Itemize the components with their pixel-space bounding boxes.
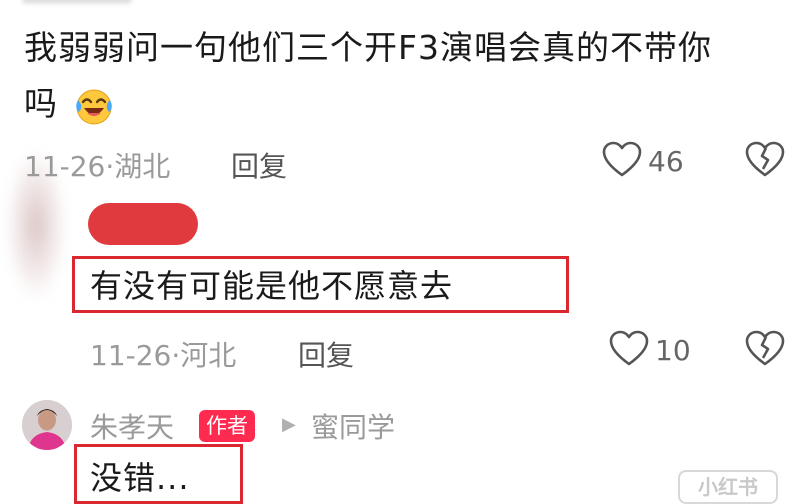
reply-comment-text: 有没有可能是他不愿意去 xyxy=(90,267,454,305)
laughing-crying-emoji-icon xyxy=(74,86,114,126)
dislike-broken-heart-icon[interactable] xyxy=(745,141,785,179)
like-count: 46 xyxy=(648,145,684,178)
reply-to-username[interactable]: 蜜同学 xyxy=(311,406,395,446)
reply-button[interactable]: 回复 xyxy=(298,334,354,374)
author-username[interactable]: 朱孝天 xyxy=(90,406,174,446)
cropped-text-remnant xyxy=(22,0,132,4)
dislike-broken-heart-icon[interactable] xyxy=(745,330,785,368)
author-reply-text: 没错... xyxy=(90,459,190,497)
redacted-username xyxy=(88,203,198,245)
reply-arrow-icon: ▶ xyxy=(282,414,296,435)
comment-text-line-1: 我弱弱问一句他们三个开F3演唱会真的不带你 xyxy=(24,28,712,67)
comment-date-location: 11-26·湖北 xyxy=(24,150,171,183)
reply-date-location: 11-26·河北 xyxy=(90,339,237,372)
xiaohongshu-watermark: 小红书 xyxy=(678,470,778,504)
like-heart-icon[interactable] xyxy=(609,330,649,368)
reply-button[interactable]: 回复 xyxy=(231,145,287,185)
like-count: 10 xyxy=(655,334,691,367)
comment-text-end: 吗 xyxy=(24,84,58,123)
author-badge: 作者 xyxy=(199,410,255,442)
comment-text-line-2: 吗 xyxy=(24,82,114,126)
watermark-text: 小红书 xyxy=(698,475,758,499)
like-heart-icon[interactable] xyxy=(602,141,642,179)
author-avatar[interactable] xyxy=(22,400,72,450)
